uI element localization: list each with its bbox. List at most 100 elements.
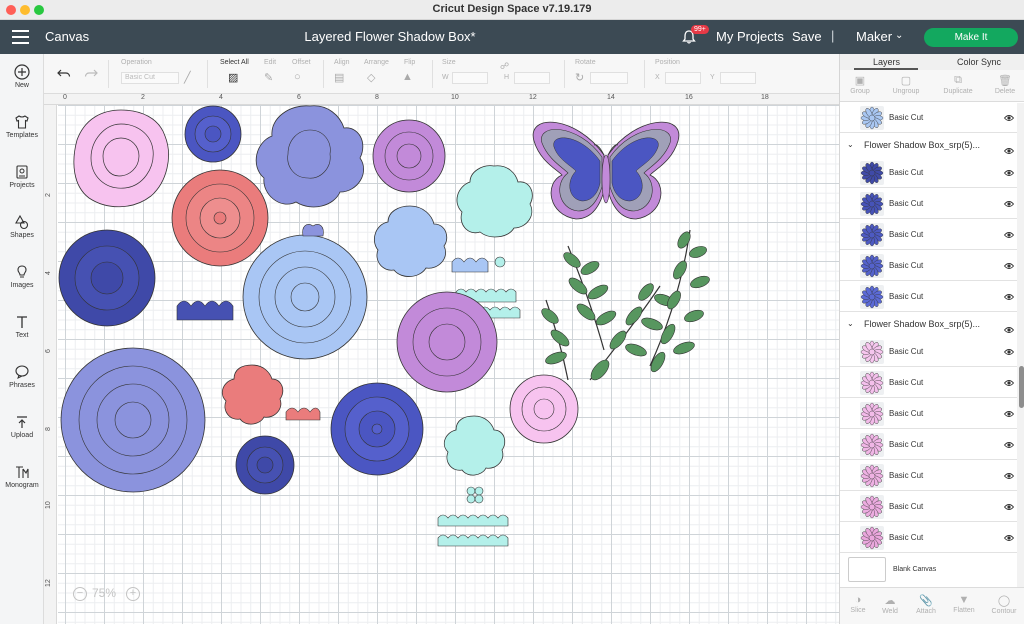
layers-scrollbar[interactable] [1017,103,1024,599]
sky-flower-shape[interactable] [374,205,448,277]
weld-button[interactable]: ☁ Weld [872,594,908,615]
layer-row[interactable]: Basic Cut [840,523,1017,553]
align-icon[interactable]: ▤ [334,71,344,84]
edit-label[interactable]: Edit [264,59,276,66]
periwinkle-flower-shape[interactable] [255,105,365,208]
align-label[interactable]: Align [334,59,350,66]
navy-rose-shape[interactable] [235,435,295,495]
redo-icon[interactable] [84,68,98,80]
flatten-button[interactable]: ▼ Flatten [946,594,982,614]
lock-icon[interactable]: ☍ [500,61,509,72]
eye-icon[interactable] [1004,441,1014,449]
edit-icon[interactable]: ✎ [264,71,273,84]
layer-row[interactable]: Basic Cut [840,220,1017,250]
rotate-input[interactable] [590,72,628,84]
flip-label[interactable]: Flip [404,59,415,66]
layer-group-row[interactable]: ⌄ Flower Shadow Box_srp(5)... [840,315,1017,335]
sidebar-item-upload[interactable]: Upload [0,414,44,439]
eye-icon[interactable] [1004,326,1014,334]
layer-group-row[interactable]: ⌄ Flower Shadow Box_srp(5)... [840,136,1017,156]
layer-row[interactable]: Basic Cut [840,189,1017,219]
slice-button[interactable]: ◑ Slice [840,594,876,614]
layer-row[interactable]: Basic Cut [840,337,1017,367]
layer-row[interactable]: Basic Cut [840,103,1017,133]
leaf-branches-shape[interactable] [539,229,711,383]
sidebar-item-monogram[interactable]: Monogram [0,464,44,489]
layer-row[interactable]: Basic Cut [840,399,1017,429]
save-button[interactable]: Save [792,29,822,44]
eye-icon[interactable] [1004,262,1014,270]
layer-row[interactable]: Basic Cut [840,251,1017,281]
light-blue-bud-shape[interactable] [302,224,324,237]
attach-button[interactable]: 📎 Attach [908,594,944,615]
select-all-button[interactable]: Select All [220,59,249,66]
zoom-out-button[interactable]: − [73,587,87,601]
chevron-down-icon[interactable]: ⌄ [847,319,854,328]
duplicate-button[interactable]: ⧉ Duplicate [938,74,978,95]
layer-row[interactable]: Basic Cut [840,430,1017,460]
arrange-icon[interactable]: ◇ [367,71,375,84]
tab-color-sync[interactable]: Color Sync [957,57,1001,67]
zoom-in-button[interactable]: + [126,587,140,601]
y-input[interactable] [720,72,756,84]
mint-clover-shape[interactable] [466,486,484,504]
pen-color-icon[interactable]: ╱ [184,71,191,84]
eye-icon[interactable] [1004,472,1014,480]
eye-icon[interactable] [1004,147,1014,155]
large-periwinkle-dahlia-shape[interactable] [60,347,206,493]
mint-flower-bottom-shape[interactable] [443,415,506,476]
mint-flower-shape[interactable] [456,165,533,238]
sidebar-item-text[interactable]: Text [0,314,44,339]
layer-row[interactable]: Basic Cut [840,461,1017,491]
my-projects-link[interactable]: My Projects [716,29,784,44]
height-input[interactable] [514,72,550,84]
coral-small-flower-shape[interactable] [221,364,284,425]
eye-icon[interactable] [1004,114,1014,122]
light-blue-dahlia-shape[interactable] [242,234,368,360]
delete-button[interactable]: 🗑 Delete [985,74,1024,95]
chevron-down-icon[interactable]: ⌄ [847,140,854,149]
group-button[interactable]: ▣ Group [840,74,880,95]
navy-dahlia-shape[interactable] [58,229,156,327]
operation-select[interactable]: Basic Cut [121,72,179,84]
eye-icon[interactable] [1004,348,1014,356]
tab-layers[interactable]: Layers [873,57,900,67]
pink-dahlia-shape[interactable] [509,374,579,444]
layer-row[interactable]: Basic Cut [840,158,1017,188]
purple-rose-shape[interactable] [372,119,446,193]
sidebar-item-new[interactable]: New [0,64,44,89]
flip-icon[interactable]: ▲ [402,71,413,83]
pink-rose-shape[interactable] [73,109,169,208]
eye-icon[interactable] [1004,503,1014,511]
coral-crown-strip-shape[interactable] [285,407,321,421]
machine-select[interactable]: Maker [856,29,892,44]
eye-icon[interactable] [1004,169,1014,177]
eye-icon[interactable] [1004,293,1014,301]
sidebar-item-phrases[interactable]: Phrases [0,364,44,389]
x-input[interactable] [665,72,701,84]
sidebar-item-shapes[interactable]: Shapes [0,214,44,239]
project-title[interactable]: Layered Flower Shadow Box* [260,29,520,44]
sidebar-item-templates[interactable]: Templates [0,114,44,139]
arrange-label[interactable]: Arrange [364,59,389,66]
make-it-button[interactable]: Make It [924,28,1018,47]
offset-label[interactable]: Offset [292,59,311,66]
layer-row[interactable]: Basic Cut [840,368,1017,398]
select-all-icon[interactable]: ▨ [228,71,238,84]
layer-row[interactable]: Basic Cut [840,282,1017,312]
layers-scroll-thumb[interactable] [1019,366,1024,408]
chevron-down-icon[interactable]: ⌄ [895,30,903,41]
eye-icon[interactable] [1004,534,1014,542]
sidebar-item-images[interactable]: Images [0,264,44,289]
navy-crown-strip-shape[interactable] [176,300,234,321]
mint-scallop-strip-bottom-shape[interactable] [437,514,509,547]
blue-crown-strip-shape[interactable] [451,256,506,273]
layer-row[interactable]: Basic Cut [840,492,1017,522]
butterfly-shape[interactable] [532,121,680,220]
width-input[interactable] [452,72,488,84]
hamburger-menu-icon[interactable] [12,30,29,44]
coral-dahlia-shape[interactable] [171,169,269,267]
undo-icon[interactable] [57,68,71,80]
sidebar-item-projects[interactable]: Projects [0,164,44,189]
blue-dahlia-small-shape[interactable] [184,105,242,163]
